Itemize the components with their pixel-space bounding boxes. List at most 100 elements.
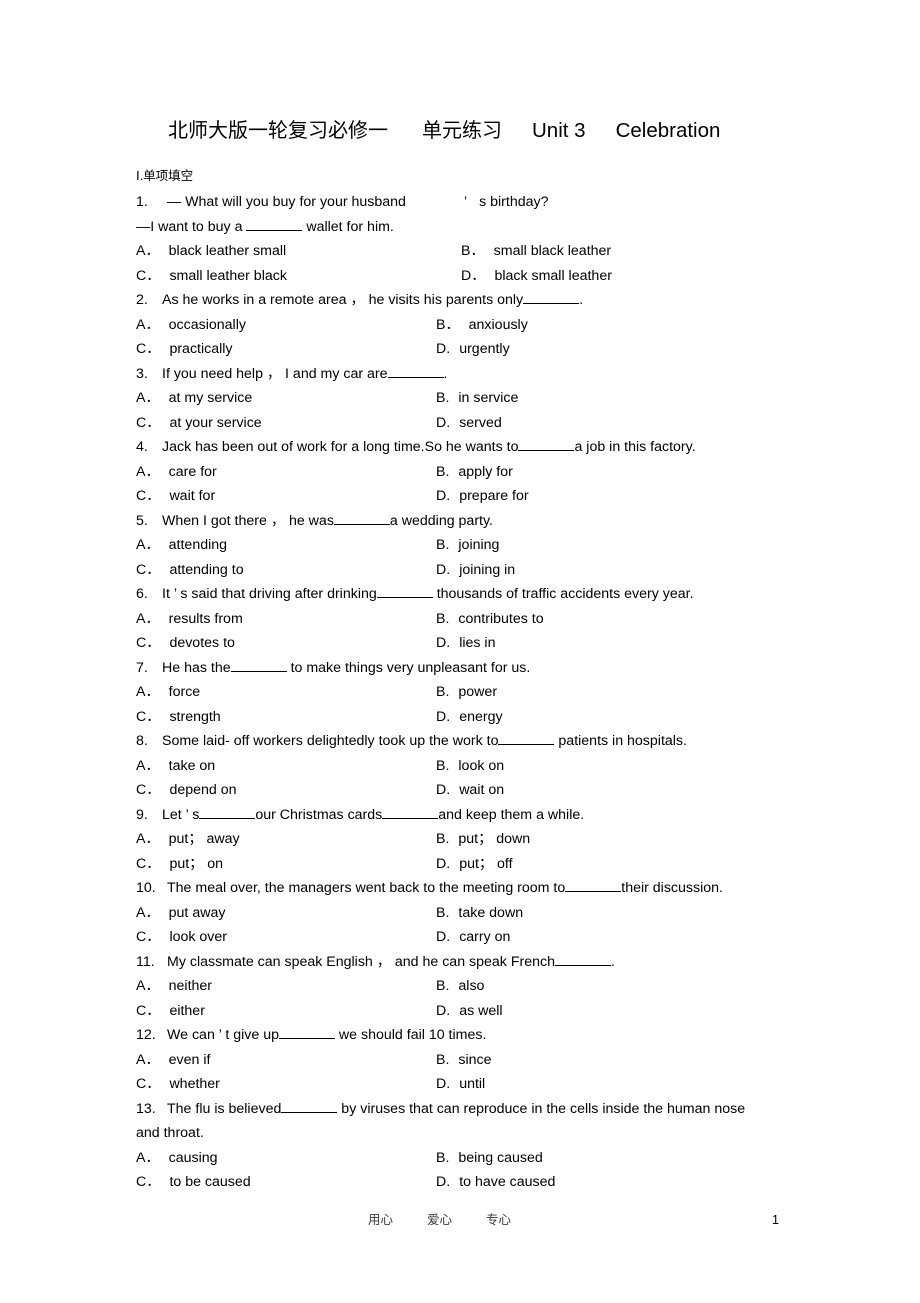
option-row: C． wait for D. prepare for [136,484,876,509]
option-d[interactable]: D. carry on [436,925,510,950]
answer-blank[interactable] [565,879,622,892]
option-b[interactable]: B. power [436,680,497,705]
page-footer: 用心 爱心 专心 [368,1209,511,1228]
question-text-2: thousands of traffic accidents every yea… [432,586,694,602]
option-b[interactable]: B. in service [436,386,518,411]
option-text-a: force [168,684,201,700]
option-row: C． depend on D. wait on [136,778,876,803]
answer-blank[interactable] [387,364,444,378]
option-a[interactable]: A． even if [136,1048,210,1073]
answer-blank[interactable] [498,732,555,745]
answer-blank[interactable] [555,952,611,966]
option-a[interactable]: A． occasionally [136,313,246,338]
option-d[interactable]: D. lies in [436,631,495,656]
option-a[interactable]: A． attending [136,533,227,558]
option-a[interactable]: A． at my service [136,386,252,411]
answer-blank[interactable] [281,1099,338,1113]
option-a[interactable]: A． put away [136,901,225,926]
option-c[interactable]: C． look over [136,925,227,950]
option-b[interactable]: B. take down [436,901,523,926]
option-row: A． occasionally B． anxiously [136,313,876,338]
option-label-d: D. [436,782,451,798]
option-c[interactable]: C． strength [136,705,221,730]
question-stem: 3. If you need help ， I and my car are. [136,362,876,387]
option-a[interactable]: A． causing [136,1146,218,1171]
answer-blank[interactable] [333,511,390,525]
option-d[interactable]: D. urgently [436,337,510,362]
answer-blank[interactable] [199,805,256,819]
question-text: It ’ s said that driving after drinking [162,586,377,602]
option-b[interactable]: B. put； down [436,827,530,852]
option-b[interactable]: B. being caused [436,1146,543,1171]
option-text-b: being caused [458,1149,543,1166]
option-c[interactable]: C． practically [136,337,233,362]
question-text: Jack has been out of work for a long tim… [162,439,519,455]
option-label-a: A． [136,243,160,259]
option-a[interactable]: A． put； away [136,827,240,852]
option-row: C． whether D. until [136,1072,876,1097]
option-c[interactable]: C． at your service [136,411,262,436]
option-d[interactable]: D． black small leather [461,264,612,289]
option-c[interactable]: C． wait for [136,484,215,509]
option-c[interactable]: C． whether [136,1072,220,1097]
option-a[interactable]: A． care for [136,460,217,485]
option-b[interactable]: B. since [436,1048,492,1073]
option-d[interactable]: D. put； off [436,852,513,877]
option-text-c: either [169,1002,205,1019]
option-d[interactable]: D. served [436,411,502,436]
option-c[interactable]: C． either [136,999,205,1024]
option-c[interactable]: C． devotes to [136,631,235,656]
answer-blank[interactable] [230,658,287,672]
answer-blank[interactable] [376,585,433,598]
option-a[interactable]: A． black leather small [136,239,286,264]
option-text-a: put away [168,904,226,921]
section-label-text: 单项填空 [143,168,194,183]
option-b[interactable]: B. contributes to [436,607,544,632]
question-number: 3. [136,365,148,382]
option-c[interactable]: C． depend on [136,778,237,803]
answer-blank[interactable] [278,1026,335,1039]
option-c[interactable]: C． small leather black [136,264,287,289]
option-text-d: energy [459,708,503,725]
option-c[interactable]: C． to be caused [136,1170,251,1195]
option-d[interactable]: D. until [436,1072,485,1097]
answer-blank[interactable] [518,438,575,451]
question-text-2: we should fail 10 times. [334,1027,487,1043]
option-b[interactable]: B． small black leather [461,239,611,264]
option-b[interactable]: B. joining [436,533,499,558]
option-d[interactable]: D. as well [436,999,503,1024]
question-text-2: . [611,953,615,970]
option-b[interactable]: B. also [436,974,484,999]
option-row: C． devotes to D. lies in [136,631,876,656]
option-d[interactable]: D. wait on [436,778,504,803]
option-row: A． neither B. also [136,974,876,999]
option-a[interactable]: A． force [136,680,200,705]
answer-blank-2[interactable] [382,805,439,819]
option-label-d: D. [436,708,451,725]
question-stem: 13. The flu is believed by viruses that c… [136,1097,876,1122]
option-text-a: put； away [168,831,240,847]
option-d[interactable]: D. joining in [436,558,515,583]
option-a[interactable]: A． take on [136,754,215,779]
option-row: A． results from B. contributes to [136,607,876,632]
question-number: 1. [136,194,148,210]
option-d[interactable]: D. prepare for [436,484,529,509]
option-label-c: C． [136,1002,161,1019]
option-d[interactable]: D. energy [436,705,503,730]
option-d[interactable]: D. to have caused [436,1170,555,1195]
option-b[interactable]: B． anxiously [436,313,528,338]
option-b[interactable]: B. look on [436,754,504,779]
option-row: A． black leather small B． small black leat… [136,239,876,264]
option-a[interactable]: A． results from [136,607,243,632]
option-text-d: to have caused [459,1174,556,1190]
option-label-a: A． [136,610,160,627]
option-text-a: occasionally [168,316,246,333]
option-c[interactable]: C． put； on [136,852,223,877]
option-b[interactable]: B. apply for [436,460,513,485]
option-row: C． practically D. urgently [136,337,876,362]
document-page: 北师大版一轮复习必修一 单元练习 Unit 3 Celebration Ⅰ.单项填空 … [0,0,920,1303]
option-c[interactable]: C． attending to [136,558,244,583]
answer-blank[interactable] [523,291,580,304]
option-a[interactable]: A． neither [136,974,212,999]
answer-blank[interactable] [246,217,303,231]
